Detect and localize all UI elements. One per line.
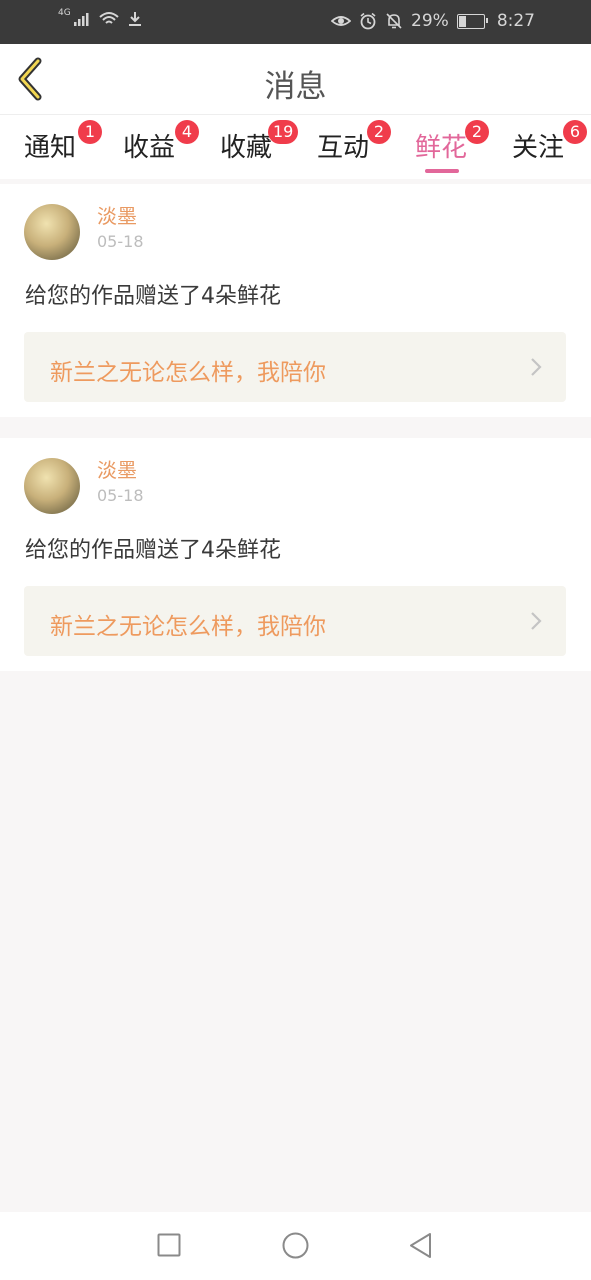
status-right: 29% 8:27 <box>331 11 535 31</box>
status-left: 4G <box>58 8 143 27</box>
tab-earnings[interactable]: 收益 4 <box>123 120 203 175</box>
clock: 8:27 <box>496 11 535 31</box>
network-type: 4G <box>58 8 71 18</box>
unread-badge: 19 <box>268 120 299 144</box>
tab-favorites[interactable]: 收藏 19 <box>220 120 300 175</box>
username[interactable]: 淡墨 <box>97 454 137 483</box>
tab-label: 收益 <box>123 133 176 163</box>
battery-icon <box>456 13 488 29</box>
signal-icon <box>73 13 89 26</box>
unread-badge: 2 <box>367 120 391 144</box>
tab-interactions[interactable]: 互动 2 <box>317 120 397 175</box>
avatar[interactable] <box>24 458 80 514</box>
work-link[interactable]: 新兰之无论怎么样，我陪你 <box>24 332 566 402</box>
message-card: 淡墨 05-18 给您的作品赠送了4朵鲜花 新兰之无论怎么样，我陪你 <box>0 438 591 671</box>
tab-label: 互动 <box>317 133 370 163</box>
chevron-right-icon <box>531 612 542 630</box>
tab-notifications[interactable]: 通知 1 <box>24 120 104 175</box>
page-title: 消息 <box>264 69 327 105</box>
message-text: 给您的作品赠送了4朵鲜花 <box>25 538 281 563</box>
unread-badge: 4 <box>175 120 199 144</box>
active-tab-indicator <box>425 169 459 173</box>
back-nav-button[interactable] <box>408 1232 432 1259</box>
system-nav-bar <box>0 1212 591 1280</box>
alarm-icon <box>360 12 376 30</box>
download-icon <box>128 12 141 26</box>
unread-badge: 6 <box>563 120 587 144</box>
mute-bell-icon <box>386 13 402 29</box>
work-link[interactable]: 新兰之无论怎么样，我陪你 <box>24 586 566 656</box>
work-title: 新兰之无论怎么样，我陪你 <box>50 360 326 386</box>
tab-label: 通知 <box>24 133 77 163</box>
tab-label: 关注 <box>512 133 565 163</box>
status-bar: 4G 29% 8:27 <box>0 0 591 44</box>
message-text: 给您的作品赠送了4朵鲜花 <box>25 284 281 309</box>
tab-label: 收藏 <box>220 133 273 163</box>
eye-icon <box>331 16 352 26</box>
unread-badge: 2 <box>465 120 489 144</box>
tab-following[interactable]: 关注 6 <box>512 120 591 175</box>
chevron-right-icon <box>531 358 542 376</box>
avatar[interactable] <box>24 204 80 260</box>
wifi-icon <box>99 12 119 24</box>
username[interactable]: 淡墨 <box>97 200 137 229</box>
unread-badge: 1 <box>78 120 102 144</box>
tab-bar: 通知 1 收益 4 收藏 19 互动 2 鲜花 2 关注 6 <box>0 115 591 179</box>
message-date: 05-18 <box>97 486 144 505</box>
recents-button[interactable] <box>157 1233 181 1257</box>
tab-label: 鲜花 <box>415 133 468 163</box>
battery-percent: 29% <box>411 11 449 31</box>
message-date: 05-18 <box>97 232 144 251</box>
message-card: 淡墨 05-18 给您的作品赠送了4朵鲜花 新兰之无论怎么样，我陪你 <box>0 184 591 417</box>
app-header: 消息 <box>0 44 591 115</box>
work-title: 新兰之无论怎么样，我陪你 <box>50 614 326 640</box>
home-button[interactable] <box>282 1232 309 1259</box>
tab-flowers[interactable]: 鲜花 2 <box>415 120 495 175</box>
